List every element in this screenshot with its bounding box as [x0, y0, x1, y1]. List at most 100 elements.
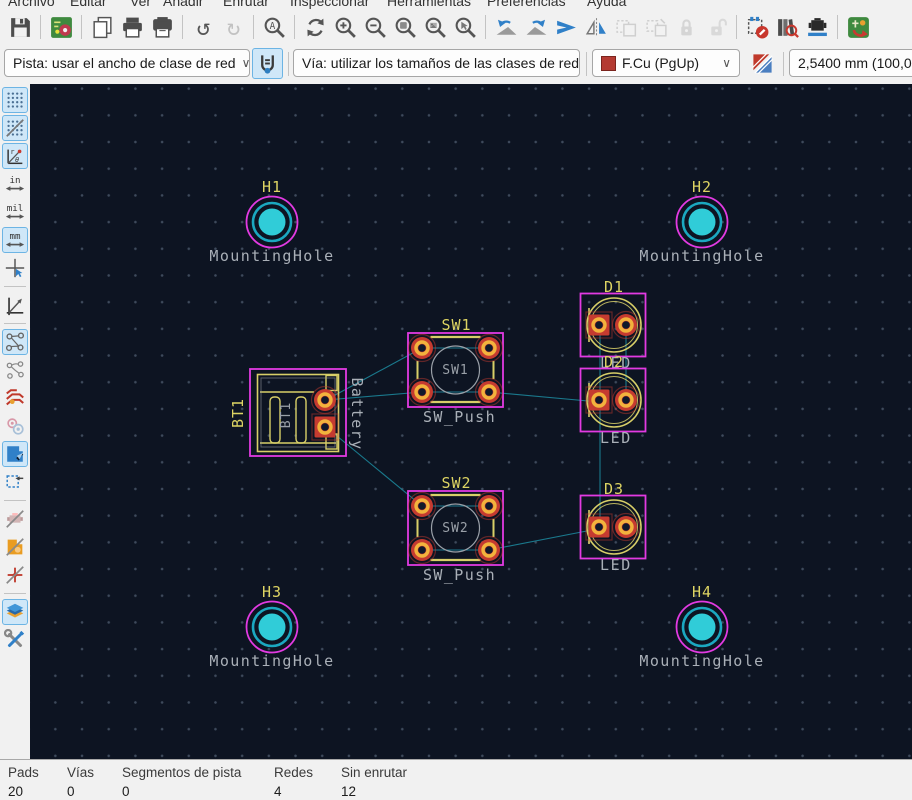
menu-archivo[interactable]: Archivo	[8, 0, 55, 9]
pads-outline-button[interactable]	[2, 469, 28, 495]
page-settings-button[interactable]	[88, 13, 116, 41]
edit-footprints-button[interactable]	[743, 13, 771, 41]
layers-manager-button[interactable]	[2, 599, 28, 625]
menu-herramientas[interactable]: Herramientas	[387, 0, 471, 9]
toolbar-separator	[783, 52, 784, 76]
swap-layer-pair-button[interactable]	[747, 48, 778, 79]
full-window-crosshair-icon	[4, 294, 26, 316]
units-mils-icon: mil	[4, 201, 26, 223]
chevron-down-icon: ∨	[716, 56, 731, 70]
menu-ayuda[interactable]: Ayuda	[587, 0, 626, 9]
footprint-editor-button[interactable]	[803, 13, 831, 41]
footprint-sw1[interactable]: SW1SW1SW_Push	[408, 316, 503, 426]
footprint-h2[interactable]: H2MountingHole	[639, 178, 764, 265]
find-icon: A	[262, 15, 287, 40]
rotate-cw-button[interactable]	[522, 13, 550, 41]
board-setup-button[interactable]	[47, 13, 75, 41]
flip-board-view-button[interactable]	[552, 13, 580, 41]
find-button[interactable]: A	[260, 13, 288, 41]
toolbar-separator	[485, 15, 486, 39]
zones-visibility-button[interactable]	[2, 534, 28, 560]
zoom-in-button[interactable]	[331, 13, 359, 41]
refresh-button[interactable]	[301, 13, 329, 41]
cursor-shape-icon	[4, 257, 26, 279]
toolbar-separator	[736, 15, 737, 39]
svg-text:θ: θ	[15, 156, 19, 164]
status-pads-value: 20	[8, 784, 39, 799]
secondary-toolbar: Pista: usar el ancho de clase de red ∨ V…	[0, 45, 912, 85]
track-width-select[interactable]: Pista: usar el ancho de clase de red ∨	[4, 49, 250, 77]
status-track-segments-value: 0	[122, 784, 241, 799]
board-setup-icon	[49, 15, 74, 40]
zoom-out-button[interactable]	[361, 13, 389, 41]
toolbar-separator	[4, 286, 26, 287]
vias-outline-button[interactable]	[2, 413, 28, 439]
tracks-outline-button[interactable]	[2, 385, 28, 411]
zoom-in-icon	[333, 15, 358, 40]
zoom-fit-button[interactable]	[391, 13, 419, 41]
footprint-bt1[interactable]: BT1BT1Battery	[229, 369, 366, 456]
undo-button[interactable]: ↺	[189, 13, 217, 41]
footprints-visibility-button[interactable]	[2, 506, 28, 532]
status-nets-value: 4	[274, 784, 313, 799]
zones-filled-button[interactable]	[2, 441, 28, 467]
ratsnest-visibility-button[interactable]	[2, 329, 28, 355]
rotate-ccw-icon	[494, 15, 519, 40]
zoom-objects-button[interactable]	[421, 13, 449, 41]
footprint-h1[interactable]: H1MountingHole	[209, 178, 334, 265]
zones-filled-icon	[4, 443, 26, 465]
drawings-visibility-button[interactable]	[2, 562, 28, 588]
library-browser-button[interactable]	[773, 13, 801, 41]
units-mm-button[interactable]: mm	[2, 227, 28, 253]
properties-panel-button[interactable]	[2, 627, 28, 653]
footprint-d2[interactable]: D2LED	[581, 353, 646, 447]
mirror-button[interactable]	[582, 13, 610, 41]
footprints-visibility-icon	[4, 508, 26, 530]
units-inches-button[interactable]: in	[2, 171, 28, 197]
toolbar-separator	[294, 15, 295, 39]
rotate-ccw-button[interactable]	[492, 13, 520, 41]
board-drawing[interactable]: H1MountingHole H2MountingHole H3MountingHo…	[30, 84, 912, 760]
menu-ver[interactable]: Ver	[130, 0, 151, 9]
footprint-d3[interactable]: D3LED	[581, 480, 646, 574]
mirror-icon	[584, 15, 609, 40]
layer-select[interactable]: F.Cu (PgUp) ∨	[592, 49, 740, 77]
grid-overrides-button[interactable]	[2, 115, 28, 141]
menu-editar[interactable]: Editar	[70, 0, 107, 9]
undo-icon: ↺	[191, 15, 216, 40]
via-size-select[interactable]: Vía: utilizar los tamaños de las clases …	[293, 49, 580, 77]
auto-track-width-toggle[interactable]	[252, 48, 283, 79]
library-browser-icon	[775, 15, 800, 40]
print-button[interactable]	[118, 13, 146, 41]
reference-label: H3	[262, 583, 282, 601]
menu-inspeccionar[interactable]: Inspeccionar	[290, 0, 369, 9]
menu-preferencias[interactable]: Preferencias	[487, 0, 566, 9]
lock-icon	[674, 15, 699, 40]
pcb-canvas[interactable]: H1MountingHole H2MountingHole H3MountingHo…	[30, 84, 912, 760]
footprint-h4[interactable]: H4MountingHole	[639, 583, 764, 670]
units-mils-button[interactable]: mil	[2, 199, 28, 225]
footprint-h3[interactable]: H3MountingHole	[209, 583, 334, 670]
grid-visibility-button[interactable]	[2, 87, 28, 113]
save-button[interactable]	[6, 13, 34, 41]
toolbar-separator	[40, 15, 41, 39]
cursor-shape-button[interactable]	[2, 255, 28, 281]
status-unrouted-value: 12	[341, 784, 407, 799]
refresh-icon	[303, 15, 328, 40]
menu-enrutar[interactable]: Enrutar	[223, 0, 269, 9]
zoom-selection-button[interactable]	[451, 13, 479, 41]
update-pcb-from-schematic-button[interactable]	[844, 13, 872, 41]
ratsnest-curved-button[interactable]	[2, 357, 28, 383]
plot-button[interactable]	[148, 13, 176, 41]
flip-board-view-icon	[554, 15, 579, 40]
grid-select[interactable]: 2,5400 mm (100,00	[789, 49, 912, 77]
unlock-button	[702, 13, 730, 41]
grid-overrides-icon	[4, 117, 26, 139]
print-icon	[120, 15, 145, 40]
svg-text:↺: ↺	[196, 15, 210, 40]
full-window-crosshair-button[interactable]	[2, 292, 28, 318]
menu-anadir[interactable]: Añadir	[163, 0, 203, 9]
polar-coordinates-button[interactable]: rθ	[2, 143, 28, 169]
fab-label: BT1	[279, 402, 294, 428]
footprint-sw2[interactable]: SW2SW2SW_Push	[408, 474, 503, 584]
